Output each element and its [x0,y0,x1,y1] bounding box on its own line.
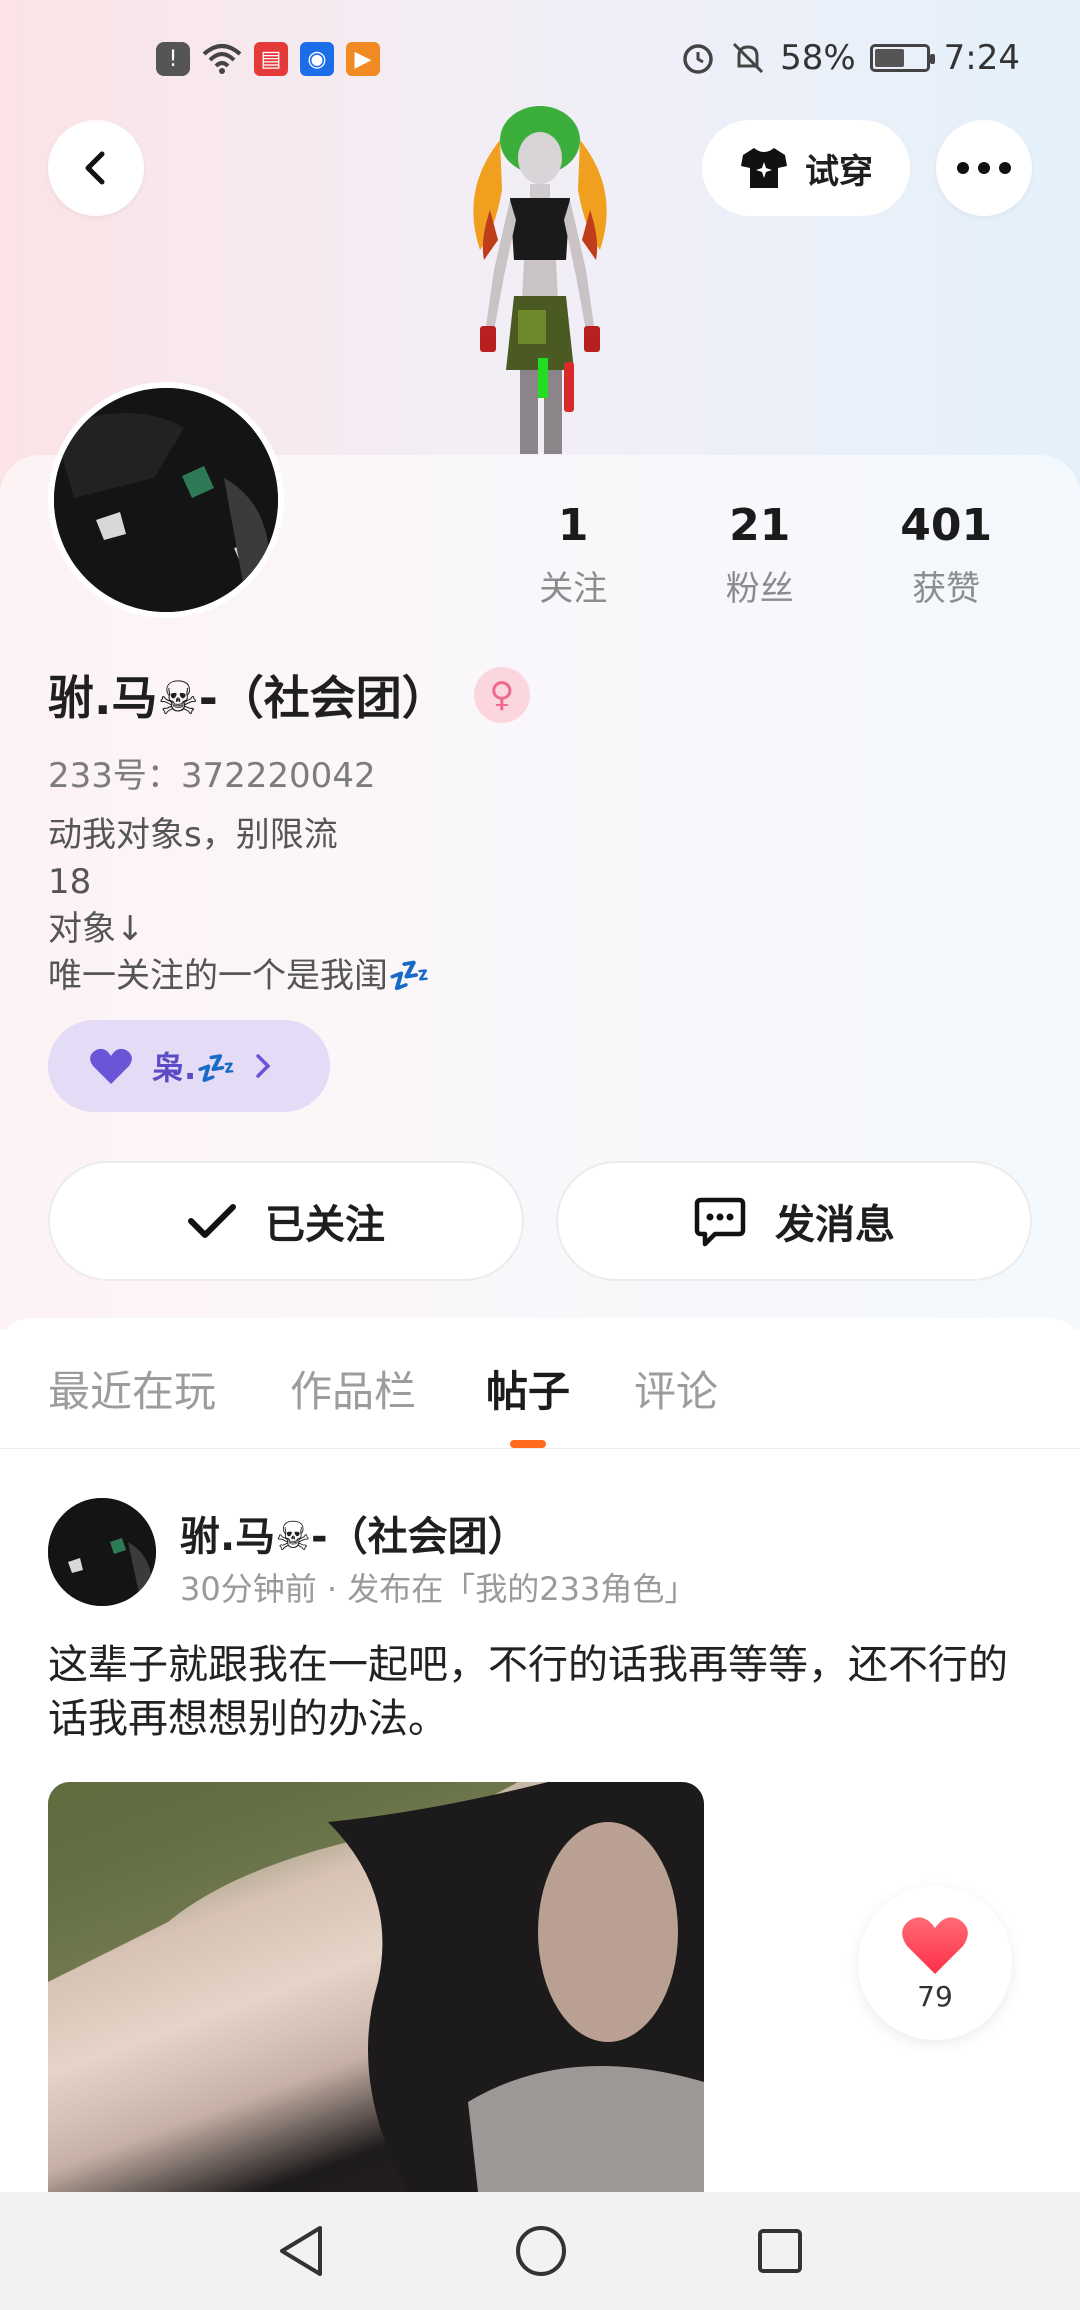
chevron-left-icon [85,151,105,185]
clock: 7:24 [943,38,1020,78]
mute-icon [733,42,764,74]
back-button[interactable] [48,120,144,216]
profile-avatar[interactable] [48,382,284,618]
bio-line: 动我对象s，别限流 [48,815,338,855]
status-bar: ! ▤ ◉ ▶ 58% 7:24 [0,38,1080,86]
profile-bio: 动我对象s，别限流 18 对象↓ 唯一关注的一个是我闺💤 [48,812,430,1000]
post-author-name[interactable]: 驸.马☠-（社会团） [180,1504,528,1562]
more-button[interactable] [936,120,1032,216]
stat-following-count: 1 [557,500,589,551]
nav-recents-icon[interactable] [756,2227,804,2275]
follow-button[interactable]: 已关注 [48,1161,524,1281]
battery-icon [869,44,935,72]
user-id: 233号：372220042 [48,756,376,796]
post-photo [48,1782,704,2192]
stat-likes[interactable]: 401 获赞 [853,500,1039,610]
post-text: 这辈子就跟我在一起吧，不行的话我再等等，还不行的话我再想想别的办法。 [48,1642,1008,1742]
try-on-button[interactable]: 试穿 [702,120,910,216]
system-nav-bar [0,2192,1080,2310]
avatar-image [48,1498,156,1606]
stat-followers-count: 21 [729,500,791,551]
bio-line: 对象↓ [48,909,145,949]
tab-posts[interactable]: 帖子 [486,1358,570,1419]
post-image[interactable] [48,1782,704,2192]
status-right: 58% 7:24 [680,38,1020,78]
profile-name: 驸.马☠-（社会团） [48,671,448,725]
bio-line: 18 [48,862,92,902]
profile-name-row: 驸.马☠-（社会团） ♀ [48,662,530,728]
book-app-icon: ▤ [254,42,288,76]
nav-home-icon[interactable] [514,2224,568,2278]
relationship-label: 枭.💤 [152,1049,237,1087]
follow-button-label: 已关注 [265,1202,385,1248]
female-icon: ♀ [473,667,530,723]
message-button[interactable]: 发消息 [556,1161,1032,1281]
stat-likes-label: 获赞 [912,569,981,609]
chat-icon [694,1197,746,1247]
wifi-icon [202,44,242,74]
bulb-app-icon: ◉ [300,42,334,76]
post-meta: 30分钟前 · 发布在「我的233角色」 [180,1570,697,1608]
stat-likes-count: 401 [900,500,993,551]
active-tab-indicator [510,1440,546,1448]
tshirt-icon [741,148,787,188]
try-on-label: 试穿 [805,151,873,192]
more-dots-icon [957,162,1011,174]
profile-tabs: 最近在玩 作品栏 帖子 评论 [0,1318,1080,1449]
heart-icon [902,1916,968,1974]
battery-percent: 58% [780,38,856,78]
alert-icon: ! [156,42,190,76]
stat-followers[interactable]: 21 粉丝 [666,500,852,610]
tab-comments[interactable]: 评论 [634,1358,718,1419]
post-header: 驸.马☠-（社会团） 30分钟前 · 发布在「我的233角色」 [48,1498,1048,1608]
tab-works[interactable]: 作品栏 [290,1358,416,1419]
stat-followers-label: 粉丝 [725,569,794,609]
like-button[interactable]: 79 [858,1886,1012,2040]
video-app-icon: ▶ [346,42,380,76]
profile-stats: 1 关注 21 粉丝 401 获赞 [480,500,1040,610]
nav-back-icon[interactable] [276,2224,326,2278]
stat-following[interactable]: 1 关注 [480,500,666,610]
bio-line: 唯一关注的一个是我闺💤 [48,956,431,996]
stat-following-label: 关注 [539,569,608,609]
avatar-3d-figure[interactable] [440,100,640,460]
check-icon [188,1204,236,1238]
avatar-image [54,388,278,612]
relationship-chip[interactable]: 枭.💤 [48,1020,330,1112]
status-left-icons: ! ▤ ◉ ▶ [156,42,380,76]
alarm-icon [683,44,713,74]
chevron-right-icon [256,1054,271,1078]
message-button-label: 发消息 [775,1202,895,1248]
like-count: 79 [917,1979,953,2013]
heart-icon [90,1048,132,1084]
tab-recently-played[interactable]: 最近在玩 [48,1358,216,1419]
post-author-avatar[interactable] [48,1498,156,1606]
